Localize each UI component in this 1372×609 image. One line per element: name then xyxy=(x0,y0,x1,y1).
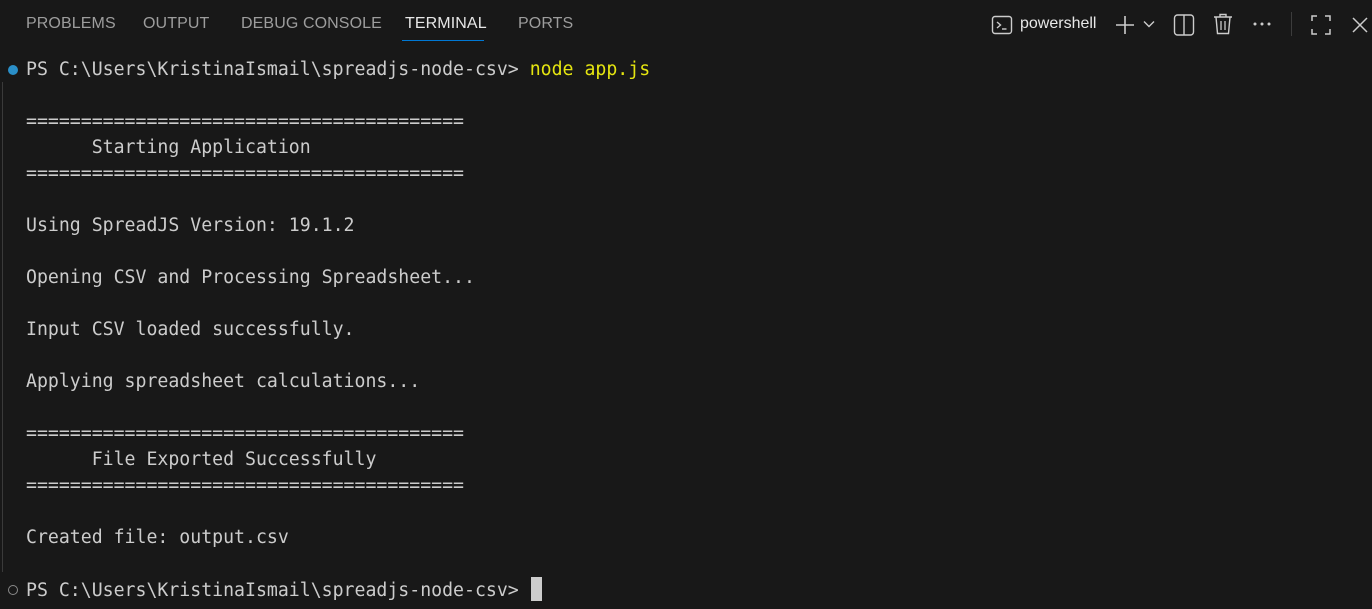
close-icon[interactable] xyxy=(1350,15,1370,35)
output-line: Applying spreadsheet calculations... xyxy=(26,371,421,392)
tab-debug-console[interactable]: DEBUG CONSOLE xyxy=(241,15,382,33)
terminal-icon[interactable] xyxy=(991,14,1013,36)
tab-problems[interactable]: PROBLEMS xyxy=(26,15,116,33)
output-line: ======================================== xyxy=(26,423,464,444)
terminal-panel: PROBLEMS OUTPUT DEBUG CONSOLE TERMINAL P… xyxy=(0,0,1372,609)
command-default-decoration-icon[interactable] xyxy=(8,585,18,595)
output-line: ======================================== xyxy=(26,111,464,132)
tab-output[interactable]: OUTPUT xyxy=(143,15,209,33)
output-line: File Exported Successfully xyxy=(26,449,377,470)
command-success-decoration-icon[interactable] xyxy=(8,65,18,75)
output-lines: ========================================… xyxy=(26,83,650,577)
final-prompt-text: PS C:\Users\KristinaIsmail\spreadjs-node… xyxy=(26,580,530,601)
prompt-text: PS C:\Users\KristinaIsmail\spreadjs-node… xyxy=(26,59,530,80)
command-line: PS C:\Users\KristinaIsmail\spreadjs-node… xyxy=(26,57,650,83)
command-text: node app.js xyxy=(529,59,651,80)
output-line: Input CSV loaded successfully. xyxy=(26,319,355,340)
toolbar-separator xyxy=(1291,12,1292,36)
output-line: Created file: output.csv xyxy=(26,527,289,548)
output-line: Using SpreadJS Version: 19.1.2 xyxy=(26,215,355,236)
output-line: ======================================== xyxy=(26,163,464,184)
panel-tab-bar: PROBLEMS OUTPUT DEBUG CONSOLE TERMINAL P… xyxy=(0,0,1372,50)
output-line: ======================================== xyxy=(26,475,464,496)
output-line: Starting Application xyxy=(26,137,311,158)
plus-icon[interactable] xyxy=(1114,14,1136,36)
maximize-icon[interactable] xyxy=(1310,14,1332,36)
command-gutter-line xyxy=(2,82,3,572)
chevron-down-icon[interactable] xyxy=(1142,18,1156,30)
output-line: Opening CSV and Processing Spreadsheet..… xyxy=(26,267,475,288)
shell-name-label[interactable]: powershell xyxy=(1020,15,1096,33)
split-icon[interactable] xyxy=(1173,13,1195,37)
trash-icon[interactable] xyxy=(1212,12,1234,36)
terminal-cursor xyxy=(530,577,542,601)
tab-terminal[interactable]: TERMINAL xyxy=(405,15,487,33)
final-prompt-line: PS C:\Users\KristinaIsmail\spreadjs-node… xyxy=(26,577,650,603)
tab-ports[interactable]: PORTS xyxy=(518,15,573,33)
more-icon[interactable] xyxy=(1252,16,1272,32)
active-tab-indicator xyxy=(402,40,484,41)
terminal-output[interactable]: PS C:\Users\KristinaIsmail\spreadjs-node… xyxy=(26,57,650,603)
